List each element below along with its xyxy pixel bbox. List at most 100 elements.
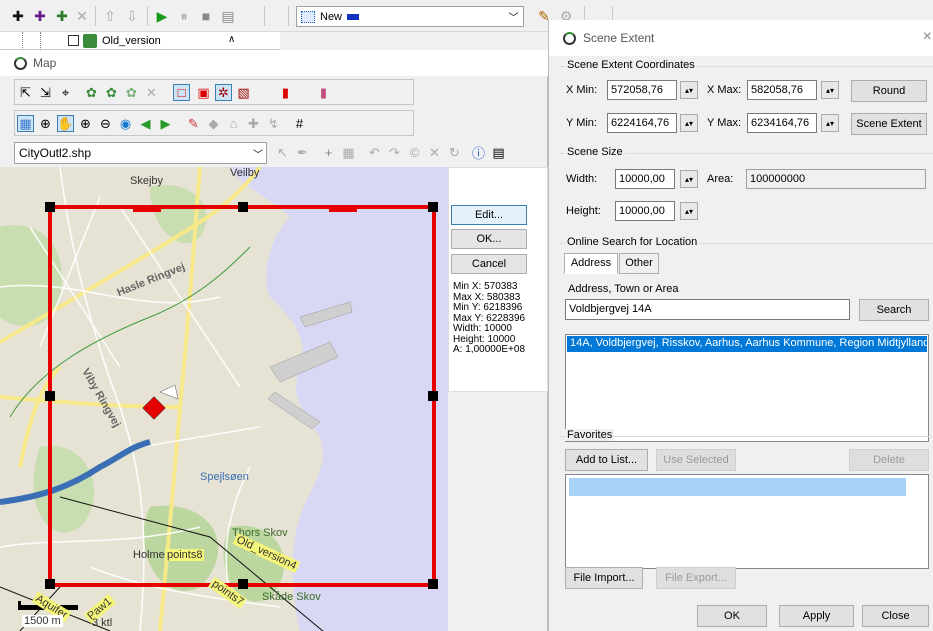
group-title: Online Search for Location (565, 236, 700, 248)
xmax-field[interactable]: 582058,76 (747, 80, 817, 100)
zoom-out-icon[interactable]: ⊖ (97, 115, 114, 132)
height-spin-icon[interactable]: ▴▾ (680, 202, 698, 220)
draw-plus-icon[interactable]: ✚ (245, 115, 262, 132)
delete-icon[interactable]: ✕ (143, 84, 160, 101)
map-graphics (0, 167, 448, 631)
ok-button[interactable]: OK (697, 605, 767, 627)
favorite-item[interactable] (569, 478, 906, 496)
select-arrow-icon[interactable]: ⇱ (17, 84, 34, 101)
ymax-field[interactable]: 6234164,76 (747, 113, 817, 133)
move-up-icon[interactable]: ⇧ (100, 6, 120, 26)
close-button[interactable]: Close (862, 605, 929, 627)
marker-red-icon[interactable]: ▮ (277, 84, 294, 101)
favorites-list[interactable] (565, 474, 929, 569)
pointer-icon[interactable]: ↖ (274, 144, 291, 161)
area-label: Area: (707, 173, 734, 185)
chevron-down-icon[interactable]: ﹀ (253, 146, 263, 161)
delete-button[interactable]: Delete (849, 449, 929, 471)
select-rect-icon[interactable]: ⌖ (57, 84, 74, 101)
attribute-table-icon[interactable]: ▤ (490, 144, 507, 161)
xmin-spin-icon[interactable]: ▴▾ (680, 81, 698, 99)
paint-icon[interactable]: ✒ (294, 144, 311, 161)
layer-selector-combo[interactable]: New ﹀ (296, 6, 524, 27)
area-field: 100000000 (746, 169, 926, 189)
move-down-icon[interactable]: ⇩ (122, 6, 142, 26)
xmin-label: X Min: (566, 84, 598, 96)
tab-other[interactable]: Other (619, 253, 659, 274)
node-edit-icon[interactable]: ✿ (83, 84, 100, 101)
layer-visibility-checkbox[interactable] (68, 35, 79, 46)
file-export-button[interactable]: File Export... (656, 567, 736, 589)
address-input[interactable]: Voldbjergvej 14A (565, 299, 850, 320)
extent-gear-icon[interactable]: ✲ (215, 84, 232, 101)
width-field[interactable]: 10000,00 (615, 169, 675, 189)
remove-layer-icon[interactable]: ✕ (72, 6, 92, 26)
undo-icon[interactable]: ↶ (366, 144, 383, 161)
copy-icon[interactable]: © (406, 144, 423, 161)
edit-button[interactable]: Edit... (451, 205, 527, 225)
scroll-up-icon[interactable]: ∧ (228, 34, 235, 45)
draw-tools-icon[interactable]: ✎ (185, 115, 202, 132)
select-multi-icon[interactable]: ⇲ (37, 84, 54, 101)
cancel-edit-icon[interactable]: ✕ (426, 144, 443, 161)
draw-shape-icon[interactable]: ◆ (205, 115, 222, 132)
search-results-list[interactable]: 14A, Voldbjergvej, Risskov, Aarhus, Aarh… (565, 334, 929, 442)
forward-icon[interactable]: ▶ (157, 115, 174, 132)
xmax-spin-icon[interactable]: ▴▾ (821, 81, 839, 99)
draw-house-icon[interactable]: ⌂ (225, 115, 242, 132)
scene-extent-dialog: Scene Extent × Scene Extent Coordinates … (548, 20, 933, 631)
redo-icon[interactable]: ↷ (386, 144, 403, 161)
ymax-spin-icon[interactable]: ▴▾ (821, 114, 839, 132)
add-node-icon[interactable]: + (320, 144, 337, 161)
chevron-down-icon[interactable]: ﹀ (506, 9, 521, 24)
add-layer-green-icon[interactable]: ✚ (52, 6, 72, 26)
ymin-spin-icon[interactable]: ▴▾ (680, 114, 698, 132)
extent-filled-icon[interactable]: ▣ (195, 84, 212, 101)
search-button[interactable]: Search (859, 299, 929, 321)
back-icon[interactable]: ◀ (137, 115, 154, 132)
add-layer-icon[interactable]: ✚ (8, 6, 28, 26)
grid-icon[interactable]: # (291, 115, 308, 132)
marker-gradient-icon[interactable]: ▮ (315, 84, 332, 101)
height-field[interactable]: 10000,00 (615, 201, 675, 221)
layer-combo-text: New (320, 10, 343, 23)
draw-arrow-icon[interactable]: ↯ (265, 115, 282, 132)
ok-button[interactable]: OK... (451, 229, 527, 249)
scene-extent-button[interactable]: Scene Extent (851, 113, 927, 135)
width-spin-icon[interactable]: ▴▾ (680, 170, 698, 188)
refresh-icon[interactable]: ↻ (446, 144, 463, 161)
layer-name[interactable]: Old_version (102, 35, 161, 47)
layer-map-icon[interactable]: ▦ (17, 115, 34, 132)
map-titlebar: Map (0, 50, 548, 76)
apply-button[interactable]: Apply (779, 605, 854, 627)
node-add-icon[interactable]: ✿ (103, 84, 120, 101)
map-canvas[interactable]: Skejby Veilby Hasle Ringvej Viby Ringvej… (0, 167, 448, 631)
info-icon[interactable]: ⓘ (470, 144, 487, 161)
extent-box-icon[interactable]: □ (173, 84, 190, 101)
stop-icon[interactable]: ■ (196, 6, 216, 26)
file-import-button[interactable]: File Import... (565, 567, 643, 589)
map-label-spejlsoen: Spejlsøen (200, 471, 249, 483)
zoom-extent-icon[interactable]: ⊕ (37, 115, 54, 132)
zoom-in-icon[interactable]: ⊕ (77, 115, 94, 132)
add-layer-purple-icon[interactable]: ✚ (30, 6, 50, 26)
close-icon[interactable]: × (923, 28, 932, 46)
add-to-list-button[interactable]: Add to List... (565, 449, 648, 471)
cancel-button[interactable]: Cancel (451, 254, 527, 274)
extent-edit-icon[interactable]: ▧ (235, 84, 252, 101)
play-icon[interactable]: ▶ (152, 6, 172, 26)
pause-icon[interactable]: ⏸ (174, 6, 194, 26)
use-selected-button[interactable]: Use Selected (656, 449, 736, 471)
globe-icon[interactable]: ◉ (117, 115, 134, 132)
shapefile-combo[interactable]: CityOutl2.shp ﹀ (14, 142, 267, 164)
pan-hand-icon[interactable]: ✋ (57, 115, 74, 132)
round-button[interactable]: Round (851, 80, 927, 102)
ymin-field[interactable]: 6224164,76 (607, 113, 677, 133)
tab-address[interactable]: Address (564, 253, 618, 274)
result-item[interactable]: 14A, Voldbjergvej, Risskov, Aarhus, Aarh… (567, 336, 927, 352)
xmin-field[interactable]: 572058,76 (607, 80, 677, 100)
node-remove-icon[interactable]: ✿ (123, 84, 140, 101)
layer-icon (83, 34, 97, 48)
layers-icon[interactable]: ▤ (218, 6, 238, 26)
table-icon[interactable]: ▦ (340, 144, 357, 161)
